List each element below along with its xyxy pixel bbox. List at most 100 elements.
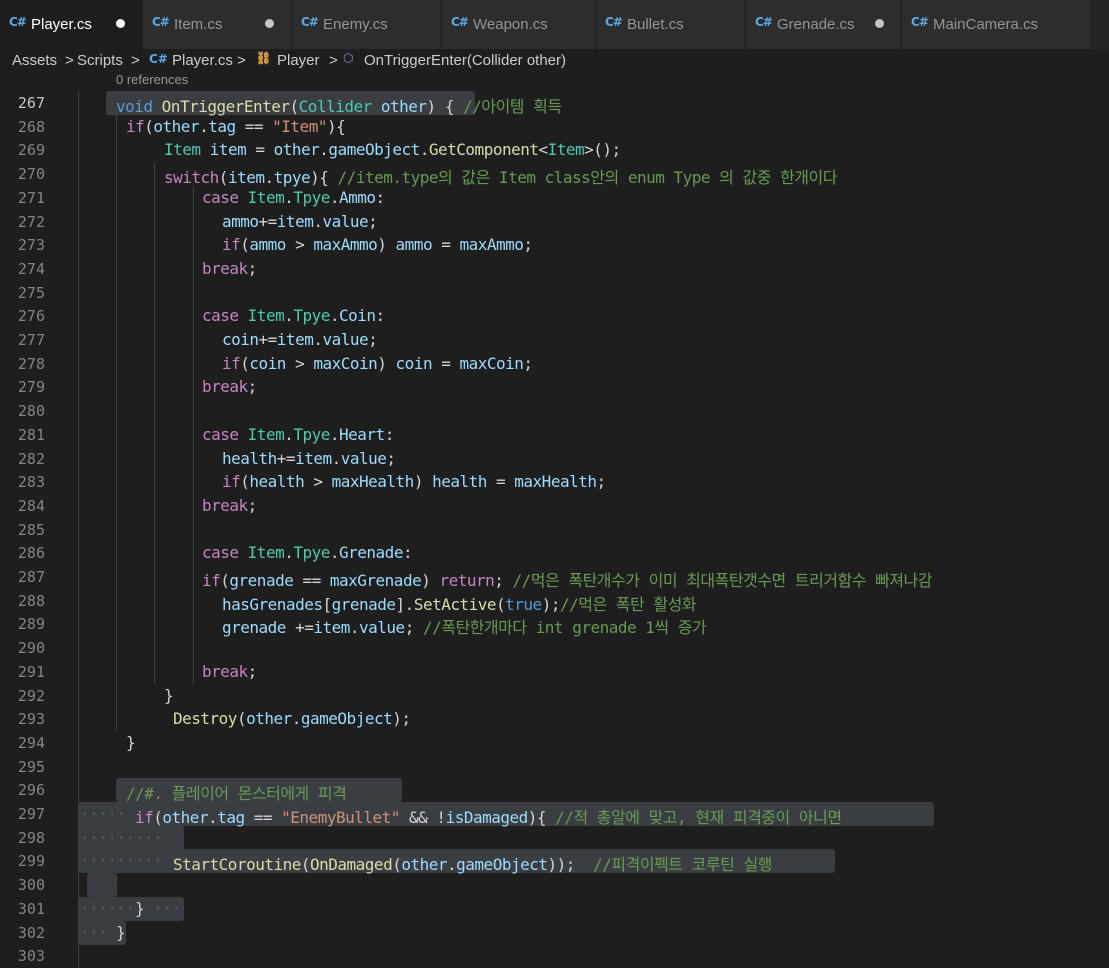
indent-guide bbox=[78, 138, 79, 162]
code-line[interactable]: 287 if(grenade == maxGrenade) return; //먹… bbox=[0, 565, 1109, 590]
breadcrumb-class[interactable]: Player bbox=[277, 52, 320, 69]
code-text: ammo+=item.value; bbox=[222, 212, 378, 231]
code-text: } bbox=[116, 923, 126, 942]
code-line[interactable]: 283 if(health > maxHealth) health = maxHe… bbox=[0, 470, 1109, 494]
indent-guide bbox=[78, 518, 79, 542]
tab-item-cs[interactable]: C# Item.cs bbox=[143, 0, 292, 49]
indent-guide bbox=[78, 304, 79, 328]
code-line[interactable]: 299 ········· StartCoroutine(OnDamaged(oth… bbox=[0, 849, 1109, 874]
indent-guide bbox=[116, 399, 117, 423]
tab-maincamera-cs[interactable]: C# MainCamera.cs bbox=[902, 0, 1092, 49]
indent-guide bbox=[154, 589, 155, 613]
indent-guide bbox=[154, 186, 155, 210]
indent-guide bbox=[116, 352, 117, 376]
code-line[interactable]: 282 health+=item.value; bbox=[0, 447, 1109, 471]
breadcrumb-assets[interactable]: Assets bbox=[12, 52, 57, 69]
indent-guide bbox=[78, 115, 79, 139]
tab-grenade-cs[interactable]: C# Grenade.cs bbox=[746, 0, 902, 49]
code-line[interactable]: 298 ········· bbox=[0, 826, 1109, 850]
unsaved-dot-icon[interactable] bbox=[875, 19, 884, 28]
indent-guide bbox=[116, 304, 117, 328]
code-line[interactable]: 303 bbox=[0, 944, 1109, 968]
tab-label: MainCamera.cs bbox=[933, 16, 1039, 33]
code-text: case Item.Tpye.Heart: bbox=[202, 425, 394, 444]
tab-weapon-cs[interactable]: C# Weapon.cs bbox=[442, 0, 596, 49]
code-line[interactable]: 300 bbox=[0, 873, 1109, 897]
code-line[interactable]: 296 //#. 플레이어 몬스터에게 피격 bbox=[0, 778, 1109, 803]
codelens-references[interactable]: 0 references bbox=[116, 72, 188, 87]
code-line[interactable]: 276 case Item.Tpye.Coin: bbox=[0, 304, 1109, 328]
tab-label: Weapon.cs bbox=[473, 16, 548, 33]
breadcrumb-file[interactable]: Player.cs bbox=[172, 52, 233, 69]
code-line[interactable]: 294} bbox=[0, 731, 1109, 755]
indent-guide bbox=[154, 541, 155, 565]
indent-guide bbox=[78, 802, 79, 826]
indent-guide bbox=[193, 233, 194, 257]
code-line[interactable]: 267 void OnTriggerEnter(Collider other) {… bbox=[0, 91, 1109, 116]
code-line[interactable]: 297 ····· if(other.tag == "EnemyBullet" &&… bbox=[0, 802, 1109, 827]
code-text: switch(item.tpye){ //item.type의 값은 Item … bbox=[164, 168, 837, 187]
code-line[interactable]: 290 bbox=[0, 636, 1109, 660]
code-line[interactable]: 285 bbox=[0, 518, 1109, 542]
tab-player-cs[interactable]: C# Player.cs bbox=[0, 0, 143, 49]
whitespace-dots: ········· bbox=[80, 828, 163, 847]
code-line[interactable]: 271 case Item.Tpye.Ammo: bbox=[0, 186, 1109, 210]
line-number: 281 bbox=[17, 426, 45, 444]
indent-guide bbox=[78, 636, 79, 660]
tab-label: Player.cs bbox=[31, 16, 92, 33]
indent-guide bbox=[78, 778, 79, 802]
code-line[interactable]: 268 if(other.tag == "Item"){ bbox=[0, 115, 1109, 139]
breadcrumb-method[interactable]: OnTriggerEnter(Collider other) bbox=[364, 52, 566, 69]
code-line[interactable]: 277 coin+=item.value; bbox=[0, 328, 1109, 352]
tab-bullet-cs[interactable]: C# Bullet.cs bbox=[596, 0, 746, 49]
indent-guide bbox=[154, 636, 155, 660]
code-line[interactable]: 273 if(ammo > maxAmmo) ammo = maxAmmo; bbox=[0, 233, 1109, 257]
indent-guide bbox=[116, 447, 117, 471]
code-line[interactable]: 281 case Item.Tpye.Heart: bbox=[0, 423, 1109, 447]
code-line[interactable]: 269 Item item = other.gameObject.GetCompo… bbox=[0, 138, 1109, 162]
indent-guide bbox=[193, 660, 194, 684]
line-number: 286 bbox=[17, 544, 45, 562]
line-number: 274 bbox=[17, 260, 45, 278]
code-line[interactable]: 284 break; bbox=[0, 494, 1109, 518]
line-number: 271 bbox=[17, 189, 45, 207]
line-number: 288 bbox=[17, 592, 45, 610]
code-line[interactable]: 293 Destroy(other.gameObject); bbox=[0, 707, 1109, 731]
indent-guide bbox=[78, 826, 79, 850]
chevron-right-icon: > bbox=[65, 52, 74, 69]
whitespace-dots: ··· bbox=[80, 923, 108, 942]
csharp-file-icon: C# bbox=[911, 15, 929, 29]
code-line[interactable]: 286 case Item.Tpye.Grenade: bbox=[0, 541, 1109, 565]
code-line[interactable]: 270 switch(item.tpye){ //item.type의 값은 It… bbox=[0, 162, 1109, 187]
indent-guide bbox=[78, 423, 79, 447]
breadcrumb-scripts[interactable]: Scripts bbox=[77, 52, 123, 69]
code-line[interactable]: 275 bbox=[0, 281, 1109, 305]
code-line[interactable]: 291 break; bbox=[0, 660, 1109, 684]
indent-guide bbox=[78, 849, 79, 873]
code-line[interactable]: 289 grenade +=item.value; //폭탄한개마다 int gr… bbox=[0, 612, 1109, 637]
indent-guide bbox=[78, 162, 79, 186]
unsaved-dot-icon[interactable] bbox=[116, 19, 125, 28]
code-line[interactable]: 288 hasGrenades[grenade].SetActive(true);… bbox=[0, 589, 1109, 614]
indent-guide bbox=[78, 470, 79, 494]
unsaved-dot-icon[interactable] bbox=[265, 19, 274, 28]
whitespace-dots: ····· bbox=[80, 804, 126, 823]
code-line[interactable]: 302 ···} bbox=[0, 921, 1109, 945]
code-line[interactable]: 292} bbox=[0, 684, 1109, 708]
tab-enemy-cs[interactable]: C# Enemy.cs bbox=[292, 0, 442, 49]
code-line[interactable]: 280 bbox=[0, 399, 1109, 423]
line-number: 302 bbox=[17, 924, 45, 942]
code-line[interactable]: 279 break; bbox=[0, 375, 1109, 399]
code-line[interactable]: 295 bbox=[0, 755, 1109, 779]
indent-guide bbox=[193, 470, 194, 494]
indent-guide bbox=[78, 375, 79, 399]
code-line[interactable]: 301 ······} ··· bbox=[0, 897, 1109, 921]
line-number: 287 bbox=[17, 568, 45, 586]
code-line[interactable]: 278 if(coin > maxCoin) coin = maxCoin; bbox=[0, 352, 1109, 376]
editor-tab-bar: C# Player.cs C# Item.cs C# Enemy.cs C# Weapon.c… bbox=[0, 0, 1109, 49]
code-text: break; bbox=[202, 259, 257, 278]
indent-guide bbox=[193, 447, 194, 471]
code-text: } ··· bbox=[135, 899, 181, 918]
code-line[interactable]: 274 break; bbox=[0, 257, 1109, 281]
code-line[interactable]: 272 ammo+=item.value; bbox=[0, 210, 1109, 234]
